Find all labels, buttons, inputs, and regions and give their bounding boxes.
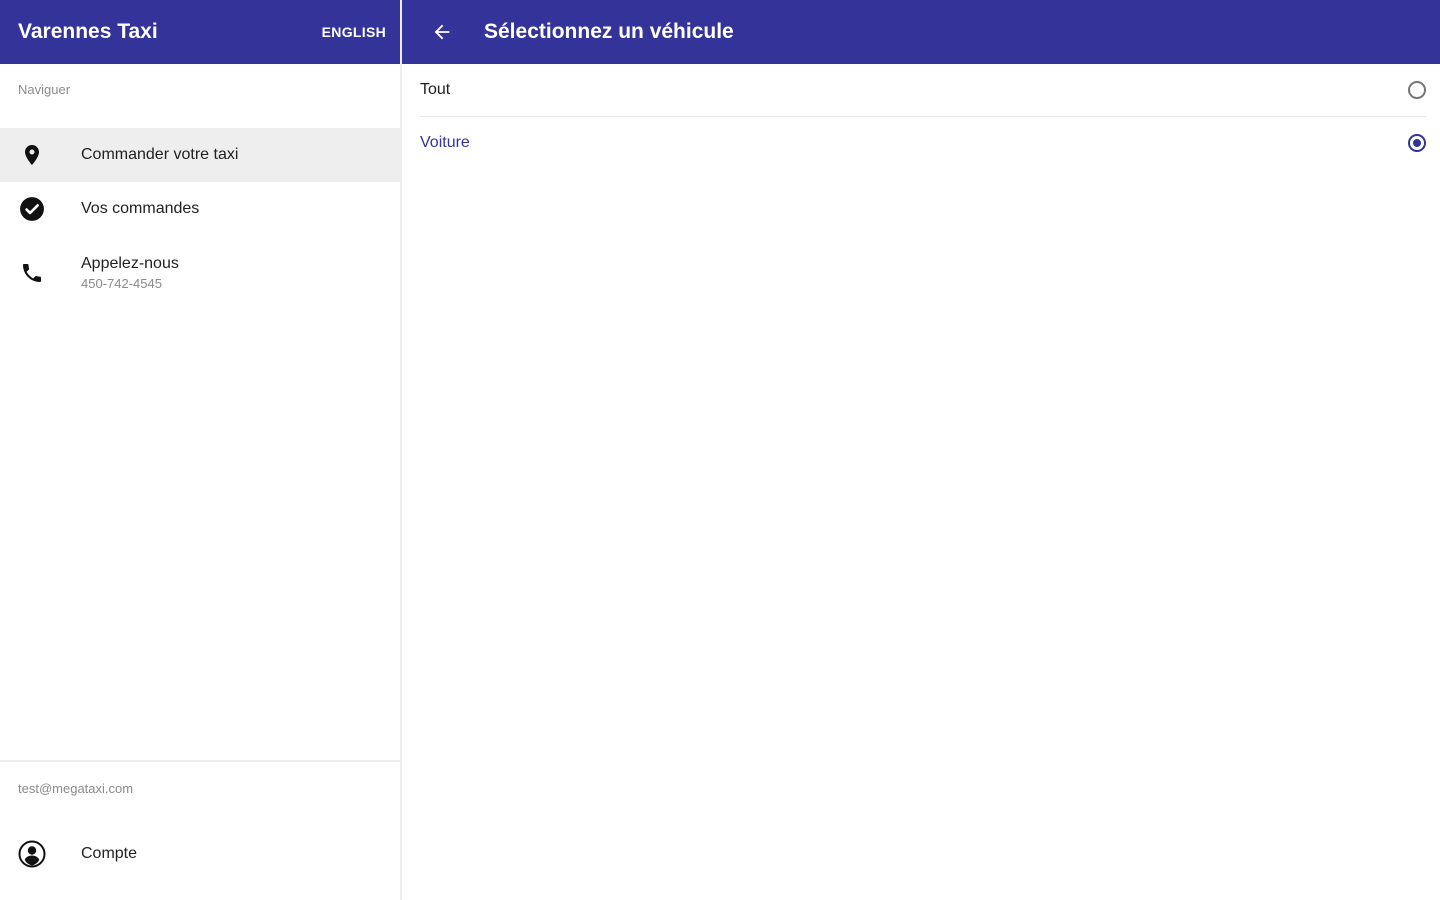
vehicle-option-list: Tout Voiture	[402, 64, 1440, 168]
vehicle-option-car[interactable]: Voiture	[420, 116, 1426, 168]
location-pin-icon	[18, 141, 46, 169]
sidebar-item-label: Commander votre taxi	[81, 146, 239, 163]
app-window: Varennes Taxi ENGLISH Naviguer Commander…	[0, 0, 1440, 900]
account-label: Compte	[81, 845, 138, 862]
option-label: Tout	[420, 81, 451, 98]
arrow-back-icon	[434, 24, 450, 40]
back-button[interactable]	[428, 18, 456, 46]
option-label: Voiture	[420, 133, 470, 151]
main-panel: Sélectionnez un véhicule Tout Voiture	[402, 0, 1440, 900]
account-circle-icon	[18, 840, 46, 868]
nav-text: Commander votre taxi	[81, 146, 238, 164]
page-title: Sélectionnez un véhicule	[484, 20, 734, 43]
nav-section-label: Naviguer	[18, 82, 71, 97]
vehicle-option-all[interactable]: Tout	[420, 64, 1426, 116]
app-bar: Sélectionnez un véhicule	[402, 0, 1440, 64]
radio-button[interactable]	[1408, 133, 1426, 152]
sidebar-item-order-taxi[interactable]: Commander votre taxi	[0, 128, 400, 182]
sidebar-item-your-orders[interactable]: Vos commandes	[0, 182, 400, 236]
navigation-drawer: Varennes Taxi ENGLISH Naviguer Commander…	[0, 0, 402, 900]
drawer-footer: test@megataxi.com Compte	[0, 760, 400, 884]
account-email: test@megataxi.com	[18, 781, 134, 796]
sidebar-item-label: Vos commandes	[81, 200, 200, 217]
nav-text: Appelez-nous 450-742-4545	[81, 255, 179, 291]
nav-list: Commander votre taxi Vos commandes Appel…	[0, 128, 400, 310]
sidebar-item-call-us[interactable]: Appelez-nous 450-742-4545	[0, 236, 400, 310]
drawer-header: Varennes Taxi ENGLISH	[0, 0, 400, 64]
radio-button[interactable]	[1408, 81, 1426, 99]
app-brand: Varennes Taxi	[18, 20, 158, 43]
check-circle-icon	[18, 195, 46, 223]
nav-text: Vos commandes	[81, 200, 199, 218]
phone-icon	[18, 259, 46, 287]
sidebar-item-label: Appelez-nous	[81, 255, 179, 272]
language-toggle-button[interactable]: ENGLISH	[322, 24, 386, 40]
phone-number: 450-742-4545	[81, 276, 162, 291]
sidebar-item-account[interactable]: Compte	[0, 824, 400, 884]
